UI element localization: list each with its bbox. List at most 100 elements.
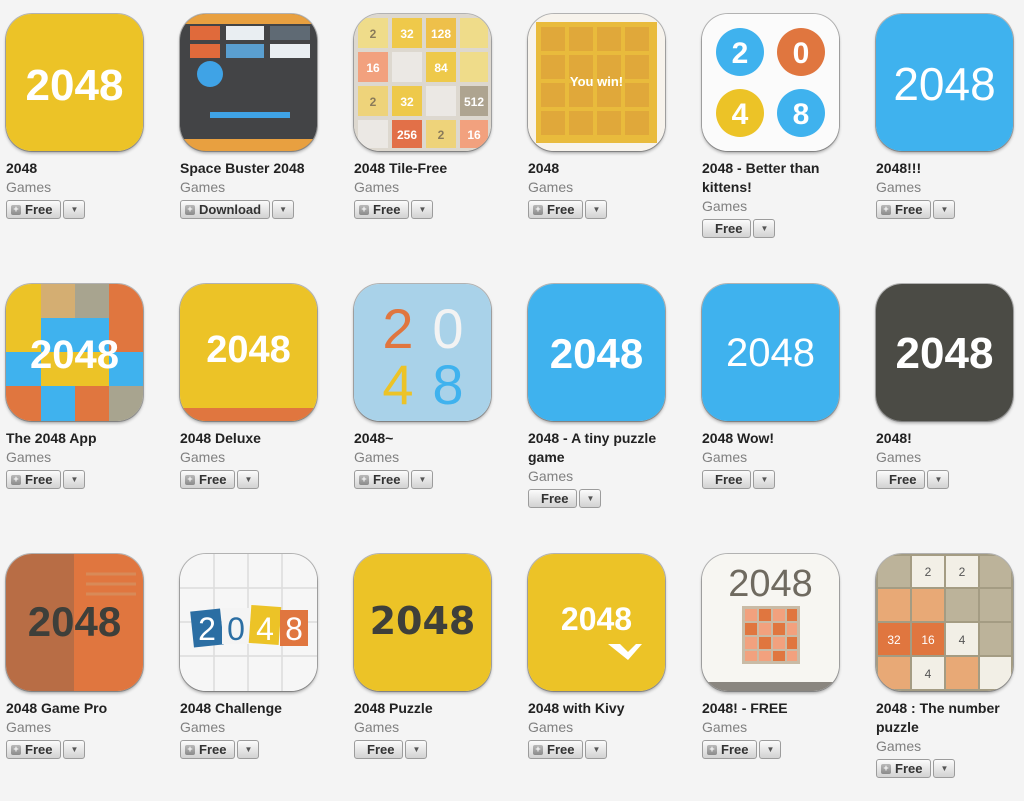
plus-icon: +: [185, 744, 195, 755]
button-label: Free: [541, 491, 569, 506]
colored-digits-icon[interactable]: 20 48: [354, 284, 491, 421]
get-button[interactable]: Free: [528, 489, 578, 508]
app-category[interactable]: Games: [180, 448, 354, 467]
mosaic-2048-icon[interactable]: 2048: [6, 284, 143, 421]
chevron-down-icon[interactable]: ▼: [933, 759, 956, 778]
get-button[interactable]: + Free: [354, 470, 410, 489]
app-category[interactable]: Games: [528, 178, 702, 197]
blue-2048-icon[interactable]: 2048: [876, 14, 1013, 151]
blue-thin-2048-icon[interactable]: 2048: [702, 284, 839, 421]
chevron-down-icon[interactable]: ▼: [237, 470, 260, 489]
get-button[interactable]: + Free: [528, 200, 584, 219]
chevron-down-icon[interactable]: ▼: [237, 740, 260, 759]
chevron-down-icon[interactable]: ▼: [585, 740, 608, 759]
get-button[interactable]: + Free: [528, 740, 584, 759]
chevron-down-icon[interactable]: ▼: [933, 200, 956, 219]
app-category[interactable]: Games: [354, 178, 528, 197]
chevron-down-icon[interactable]: ▼: [753, 219, 776, 238]
space-buster-icon[interactable]: [180, 14, 317, 151]
get-button[interactable]: Free: [702, 470, 752, 489]
get-button[interactable]: Free: [876, 470, 926, 489]
number-puzzle-icon[interactable]: 2 2 32 16 4 4: [876, 554, 1013, 691]
app-name[interactable]: 2048 Game Pro: [6, 699, 166, 718]
chevron-down-icon[interactable]: ▼: [63, 740, 86, 759]
get-button[interactable]: + Free: [702, 740, 758, 759]
tile-label: 512: [464, 95, 484, 109]
app-category[interactable]: Games: [6, 178, 180, 197]
get-button[interactable]: + Free: [6, 740, 62, 759]
tile-label: 2: [370, 27, 377, 41]
get-button[interactable]: + Free: [180, 740, 236, 759]
app-name[interactable]: Space Buster 2048: [180, 159, 340, 178]
app-name[interactable]: 2048: [528, 159, 688, 178]
app-name[interactable]: 2048 Puzzle: [354, 699, 514, 718]
yellow-2048-icon[interactable]: 2048: [6, 14, 143, 151]
chevron-down-icon[interactable]: ▼: [579, 489, 602, 508]
app-category[interactable]: Games: [702, 197, 876, 216]
app-category[interactable]: Games: [876, 178, 1024, 197]
app-name[interactable]: 2048 - A tiny puzzle game: [528, 429, 688, 467]
app-category[interactable]: Games: [876, 737, 1024, 756]
download-button[interactable]: + Download: [180, 200, 271, 219]
challenge-icon[interactable]: 20 48: [180, 554, 317, 691]
chevron-down-icon[interactable]: ▼: [411, 470, 434, 489]
app-name[interactable]: 2048!: [876, 429, 1024, 448]
get-button[interactable]: Free: [354, 740, 404, 759]
app-name[interactable]: 2048 : The number puzzle: [876, 699, 1024, 737]
get-button[interactable]: + Free: [876, 200, 932, 219]
app-category[interactable]: Games: [876, 448, 1024, 467]
app-name[interactable]: 2048~: [354, 429, 514, 448]
app-category[interactable]: Games: [528, 467, 702, 486]
tile-label: 16: [467, 128, 481, 142]
chevron-down-icon[interactable]: ▼: [759, 740, 782, 759]
chevron-down-icon[interactable]: ▼: [585, 200, 608, 219]
app-name[interactable]: 2048 Wow!: [702, 429, 862, 448]
app-category[interactable]: Games: [6, 718, 180, 737]
app-name[interactable]: 2048 Challenge: [180, 699, 340, 718]
app-category[interactable]: Games: [702, 448, 876, 467]
chevron-down-icon[interactable]: ▼: [272, 200, 295, 219]
chevron-down-icon[interactable]: ▼: [63, 470, 86, 489]
app-category[interactable]: Games: [6, 448, 180, 467]
app-name[interactable]: 2048 - Better than kittens!: [702, 159, 862, 197]
chevron-down-icon[interactable]: ▼: [411, 200, 434, 219]
board-2048-free-icon[interactable]: 2048: [702, 554, 839, 691]
app-name[interactable]: 2048 Tile-Free: [354, 159, 514, 178]
blue-bold-2048-icon[interactable]: 2048: [528, 284, 665, 421]
tile-label: 32: [400, 95, 414, 109]
get-button[interactable]: Free: [702, 219, 752, 238]
app-card: 20 48 2048~ Games + Free ▼: [354, 270, 528, 540]
circles-2048-icon[interactable]: 2 0 4 8: [702, 14, 839, 151]
get-button[interactable]: + Free: [354, 200, 410, 219]
app-category[interactable]: Games: [180, 718, 354, 737]
app-name[interactable]: 2048! - FREE: [702, 699, 862, 718]
chevron-down-icon[interactable]: ▼: [753, 470, 776, 489]
plus-icon: +: [881, 204, 891, 215]
app-name[interactable]: 2048!!!: [876, 159, 1024, 178]
you-win-board-icon[interactable]: You win!: [528, 14, 665, 151]
kivy-2048-icon[interactable]: 2048: [528, 554, 665, 691]
app-category[interactable]: Games: [528, 718, 702, 737]
app-category[interactable]: Games: [180, 178, 354, 197]
app-category[interactable]: Games: [354, 718, 528, 737]
get-button[interactable]: + Free: [6, 200, 62, 219]
tile-board-icon[interactable]: 2 32 128 16 84 2 32 512 256 2 16: [354, 14, 491, 151]
app-name[interactable]: 2048 Deluxe: [180, 429, 340, 448]
app-category[interactable]: Games: [354, 448, 528, 467]
get-button[interactable]: + Free: [6, 470, 62, 489]
get-button[interactable]: + Free: [180, 470, 236, 489]
get-button[interactable]: + Free: [876, 759, 932, 778]
game-pro-icon[interactable]: 2048: [6, 554, 143, 691]
app-name[interactable]: 2048 with Kivy: [528, 699, 688, 718]
chevron-down-icon[interactable]: ▼: [405, 740, 428, 759]
chevron-down-icon[interactable]: ▼: [63, 200, 86, 219]
deluxe-2048-icon[interactable]: 2048: [180, 284, 317, 421]
icon-label: 2048: [896, 329, 994, 378]
app-category[interactable]: Games: [702, 718, 876, 737]
dark-2048-icon[interactable]: 2048: [876, 284, 1013, 421]
puzzle-2048-icon[interactable]: 2048: [354, 554, 491, 691]
icon-label: 2048: [550, 330, 643, 377]
app-name[interactable]: The 2048 App: [6, 429, 166, 448]
chevron-down-icon[interactable]: ▼: [927, 470, 950, 489]
app-name[interactable]: 2048: [6, 159, 166, 178]
